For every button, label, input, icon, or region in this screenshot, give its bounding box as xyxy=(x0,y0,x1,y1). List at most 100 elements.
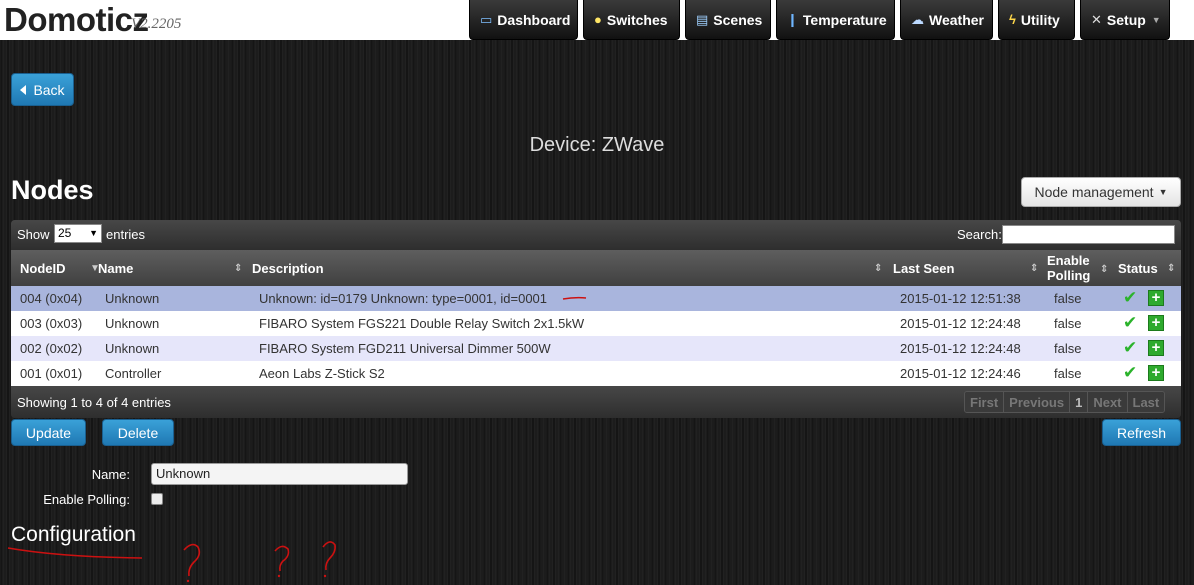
column-header-nodeid[interactable]: NodeID ▼ xyxy=(20,250,100,286)
pager-next[interactable]: Next xyxy=(1088,392,1128,412)
table-row[interactable]: 002 (0x02) Unknown FIBARO System FGD211 … xyxy=(11,336,1181,361)
name-field[interactable]: Unknown xyxy=(151,463,408,485)
checkmark-icon: ✔ xyxy=(1123,363,1138,382)
chevron-down-icon: ▼ xyxy=(1151,14,1161,25)
nav-utility-label: Utility xyxy=(1020,11,1060,28)
cell-nodeid: 004 (0x04) xyxy=(20,291,83,306)
question-mark-icon xyxy=(322,541,336,571)
sort-icon: ⇕ xyxy=(1030,262,1039,274)
nav-temperature[interactable]: ❙ Temperature xyxy=(776,0,895,40)
device-title: Device: ZWave xyxy=(529,134,665,156)
plus-icon[interactable]: + xyxy=(1148,340,1164,356)
table-info: Showing 1 to 4 of 4 entries xyxy=(17,395,171,410)
column-description-label: Description xyxy=(252,260,324,276)
cell-description: Aeon Labs Z-Stick S2 xyxy=(259,366,385,381)
question-mark-dot xyxy=(323,574,327,578)
search-label: Search: xyxy=(957,227,1002,242)
nav-weather-label: Weather xyxy=(929,11,984,28)
nav-scenes[interactable]: ▤ Scenes xyxy=(685,0,771,40)
nav-setup[interactable]: ✕ Setup ▼ xyxy=(1080,0,1170,40)
table-row[interactable]: 001 (0x01) Controller Aeon Labs Z-Stick … xyxy=(11,361,1181,386)
nav-weather[interactable]: ☁ Weather xyxy=(900,0,993,40)
cell-name: Unknown xyxy=(105,291,160,306)
annotation-underline xyxy=(7,547,143,559)
nodes-table: Show 25 ▼ entries Search: NodeID ▼ Name … xyxy=(11,220,1181,418)
cell-nodeid: 002 (0x02) xyxy=(20,341,83,356)
nav-dashboard[interactable]: ▭ Dashboard xyxy=(469,0,578,40)
plus-icon[interactable]: + xyxy=(1148,365,1164,381)
arrow-left-icon xyxy=(20,84,27,95)
app-version: V2.2205 xyxy=(131,16,182,32)
sort-icon: ⇕ xyxy=(1100,264,1109,275)
cell-description: FIBARO System FGS221 Double Relay Switch… xyxy=(259,316,585,331)
page-size-select[interactable]: 25 ▼ xyxy=(54,224,102,243)
page-title: Nodes xyxy=(11,175,94,205)
node-management-label: Node management xyxy=(1034,184,1154,200)
pager-current[interactable]: 1 xyxy=(1070,392,1089,412)
question-mark-dot xyxy=(186,579,190,583)
cell-last-seen: 2015-01-12 12:24:46 xyxy=(900,366,1021,381)
cell-name: Unknown xyxy=(105,316,160,331)
nav-utility[interactable]: ϟ Utility xyxy=(998,0,1075,40)
search-input[interactable] xyxy=(1002,225,1175,244)
page-size-value: 25 xyxy=(58,226,72,240)
cell-last-seen: 2015-01-12 12:51:38 xyxy=(900,291,1021,306)
cell-nodeid: 001 (0x01) xyxy=(20,366,83,381)
sort-icon: ⇕ xyxy=(1167,262,1176,274)
delete-button[interactable]: Delete xyxy=(102,419,174,446)
enable-polling-label: Enable Polling: xyxy=(43,492,130,507)
column-polling-label-1: Enable xyxy=(1047,253,1090,268)
cell-last-seen: 2015-01-12 12:24:48 xyxy=(900,316,1021,331)
checkmark-icon: ✔ xyxy=(1123,338,1138,357)
pager-first[interactable]: First xyxy=(965,392,1005,412)
lightbulb-icon: ● xyxy=(594,12,602,27)
column-header-status[interactable]: Status ⇕ xyxy=(1118,250,1178,286)
name-label: Name: xyxy=(91,467,130,482)
column-header-last-seen[interactable]: Last Seen ⇕ xyxy=(893,250,1043,286)
tools-icon: ✕ xyxy=(1091,11,1102,27)
sort-icon: ⇕ xyxy=(874,262,883,274)
cell-last-seen: 2015-01-12 12:24:48 xyxy=(900,341,1021,356)
pager-previous[interactable]: Previous xyxy=(1004,392,1071,412)
cloud-icon: ☁ xyxy=(911,11,924,27)
nav-dashboard-label: Dashboard xyxy=(497,11,571,28)
nav-switches-label: Switches xyxy=(606,11,668,28)
lightning-icon: ϟ xyxy=(1009,12,1016,27)
thermometer-icon: ❙ xyxy=(787,11,798,27)
cell-name: Unknown xyxy=(105,341,160,356)
monitor-icon: ▭ xyxy=(480,11,493,27)
update-button[interactable]: Update xyxy=(11,419,86,446)
configuration-title: Configuration xyxy=(11,523,136,546)
enable-polling-checkbox[interactable] xyxy=(151,493,163,505)
cell-description: Unknown: id=0179 Unknown: type=0001, id=… xyxy=(259,291,548,306)
table-row[interactable]: 003 (0x03) Unknown FIBARO System FGS221 … xyxy=(11,311,1181,336)
table-row[interactable]: 004 (0x04) Unknown Unknown: id=0179 Unkn… xyxy=(11,286,1181,311)
refresh-button[interactable]: Refresh xyxy=(1102,419,1181,446)
column-nodeid-label: NodeID xyxy=(20,260,66,276)
pagination: First Previous 1 Next Last xyxy=(964,391,1166,413)
table-toolbar: Show 25 ▼ entries Search: xyxy=(11,220,1181,250)
checkmark-icon: ✔ xyxy=(1123,313,1138,332)
entries-label: entries xyxy=(106,227,146,242)
show-label: Show xyxy=(17,227,50,242)
column-header-name[interactable]: Name ⇕ xyxy=(98,250,248,286)
app-title: Domoticz xyxy=(4,1,149,38)
plus-icon[interactable]: + xyxy=(1148,290,1164,306)
nav-scenes-label: Scenes xyxy=(713,11,763,28)
plus-icon[interactable]: + xyxy=(1148,315,1164,331)
pager-last[interactable]: Last xyxy=(1127,392,1165,412)
table-footer: Showing 1 to 4 of 4 entries First Previo… xyxy=(11,386,1181,418)
question-mark-icon xyxy=(274,545,290,572)
node-management-dropdown[interactable]: Node management ▼ xyxy=(1021,177,1181,207)
nav-switches[interactable]: ● Switches xyxy=(583,0,680,40)
question-mark-icon xyxy=(183,543,201,577)
column-header-enable-polling[interactable]: Enable Polling ⇕ xyxy=(1047,250,1113,286)
question-mark-dot xyxy=(277,574,281,578)
back-label: Back xyxy=(33,81,65,98)
table-header: NodeID ▼ Name ⇕ Description ⇕ Last Seen … xyxy=(11,250,1181,286)
column-header-description[interactable]: Description ⇕ xyxy=(252,250,887,286)
cell-polling: false xyxy=(1054,291,1082,306)
column-last-seen-label: Last Seen xyxy=(893,260,955,276)
back-button[interactable]: Back xyxy=(11,73,74,106)
cell-polling: false xyxy=(1054,366,1082,381)
